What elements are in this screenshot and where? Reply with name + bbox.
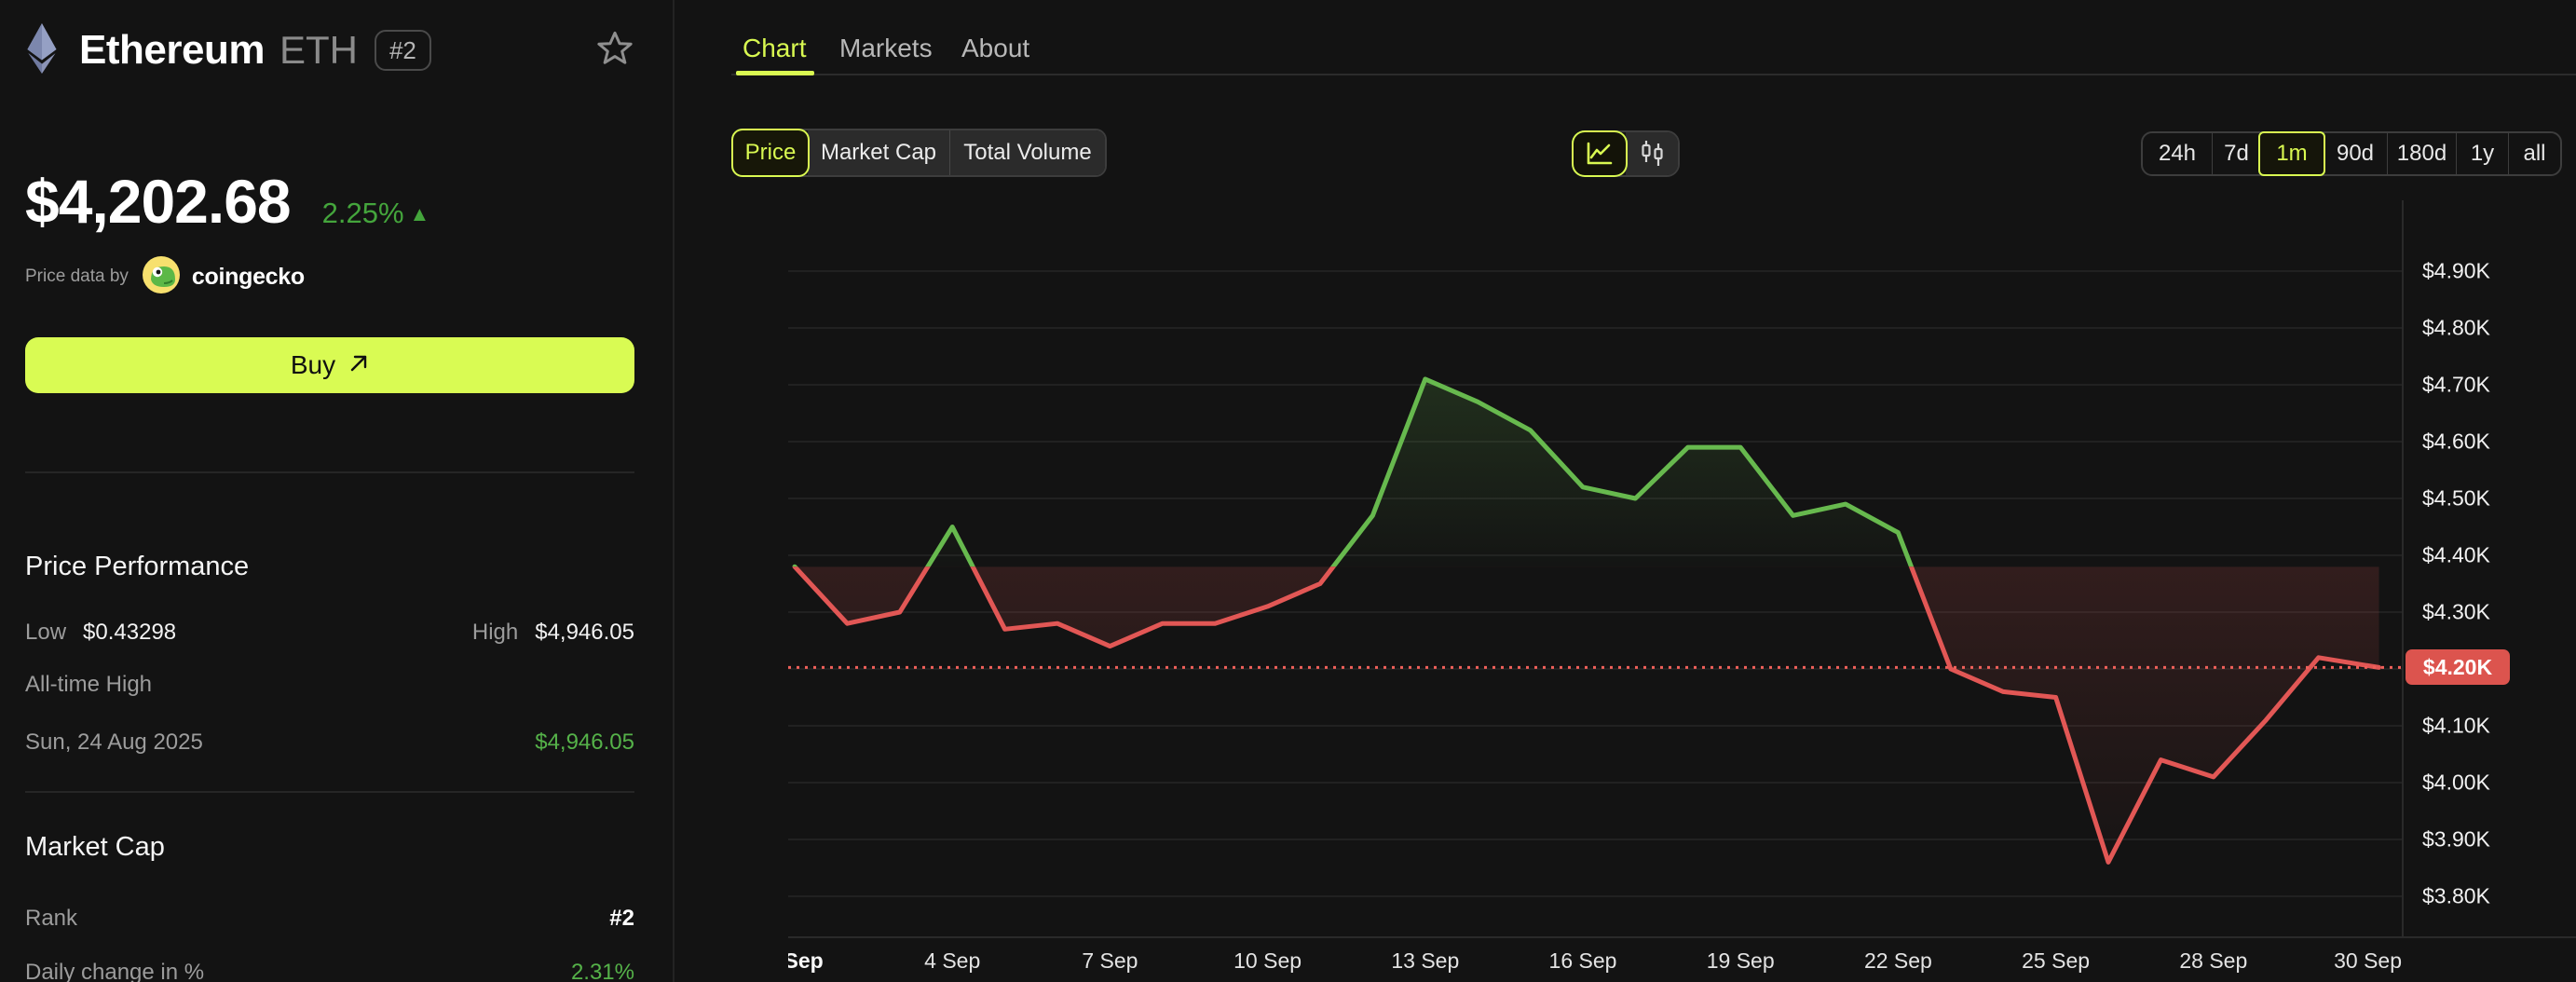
rank-chip: #2	[375, 30, 431, 71]
ethereum-logo-icon	[25, 22, 59, 79]
y-tick-$4.70K: $4.70K	[2422, 373, 2490, 398]
favorite-star-icon[interactable]	[595, 29, 634, 73]
y-tick-$4.60K: $4.60K	[2422, 430, 2490, 455]
coin-name: Ethereum	[79, 27, 265, 74]
tab-about[interactable]: About	[961, 34, 1029, 63]
coingecko-brand[interactable]: coingecko	[192, 264, 305, 291]
range-button-7d[interactable]: 7d	[2212, 133, 2260, 174]
tabs-divider	[731, 74, 2576, 75]
y-tick-$4.40K: $4.40K	[2422, 543, 2490, 568]
current-price: $4,202.68	[25, 166, 291, 237]
x-tick-7-Sep: 7 Sep	[1082, 948, 1138, 974]
attribution-label: Price data by	[25, 266, 129, 287]
ath-date: Sun, 24 Aug 2025	[25, 730, 203, 756]
coingecko-icon	[142, 255, 181, 299]
ethereum-price-page: Ethereum ETH #2 $4,202.68 2.25%▲ Price d…	[0, 0, 2576, 982]
metric-toggle-price[interactable]: Price	[733, 130, 808, 175]
arrow-up-right-icon	[348, 350, 369, 380]
ath-label: All-time High	[25, 672, 634, 698]
price-performance-heading: Price Performance	[25, 552, 634, 582]
y-tick-$4.80K: $4.80K	[2422, 316, 2490, 341]
divider	[25, 791, 634, 793]
metric-toggle-total-volume[interactable]: Total Volume	[949, 130, 1105, 175]
current-price-badge: $4.20K	[2406, 649, 2510, 685]
tab-chart[interactable]: Chart	[743, 34, 806, 63]
active-tab-underline	[736, 71, 814, 75]
coin-header: Ethereum ETH #2	[25, 24, 634, 76]
x-tick-30-Sep: 30 Sep	[2334, 948, 2402, 974]
y-tick-$4.50K: $4.50K	[2422, 486, 2490, 511]
rank-row: Rank #2	[25, 906, 634, 932]
divider	[25, 471, 634, 473]
daily-change-label: Daily change in %	[25, 960, 204, 982]
price-chart[interactable]	[788, 200, 2402, 936]
x-axis-labels: 1 Sep 4 Sep 7 Sep 10 Sep 13 Sep 16 Sep 19 Sep 2…	[788, 948, 2402, 976]
y-axis-line	[2402, 200, 2404, 938]
ath-row: Sun, 24 Aug 2025 $4,946.05	[25, 730, 634, 756]
line-chart-icon[interactable]	[1574, 132, 1626, 175]
low-value: $0.43298	[83, 620, 176, 646]
daily-change-value: 2.31%	[571, 960, 634, 982]
buy-button[interactable]: Buy	[25, 337, 634, 393]
x-tick-16-Sep: 16 Sep	[1549, 948, 1617, 974]
x-tick-28-Sep: 28 Sep	[2179, 948, 2247, 974]
chart-style-toggle	[1572, 130, 1680, 177]
x-tick-25-Sep: 25 Sep	[2022, 948, 2090, 974]
low-label: Low	[25, 620, 66, 646]
high-label: High	[472, 620, 518, 646]
range-button-24h[interactable]: 24h	[2143, 133, 2212, 174]
rank-value: #2	[609, 906, 634, 932]
range-button-90d[interactable]: 90d	[2324, 133, 2387, 174]
x-tick-10-Sep: 10 Sep	[1233, 948, 1302, 974]
main-panel: Chart Markets About PriceMarket CapTotal…	[674, 0, 2576, 982]
low-high-row: Low $0.43298 High $4,946.05	[25, 620, 634, 646]
metric-toggle-market-cap[interactable]: Market Cap	[808, 130, 949, 175]
data-attribution: Price data by coingecko	[25, 257, 634, 296]
rank-label: Rank	[25, 906, 77, 932]
sidebar: Ethereum ETH #2 $4,202.68 2.25%▲ Price d…	[0, 0, 674, 982]
daily-change-row: Daily change in % 2.31%	[25, 960, 634, 982]
x-axis-line	[788, 936, 2576, 938]
x-tick-22-Sep: 22 Sep	[1864, 948, 1932, 974]
y-tick-$4.00K: $4.00K	[2422, 771, 2490, 796]
y-tick-$4.10K: $4.10K	[2422, 714, 2490, 739]
price-row: $4,202.68 2.25%▲	[25, 166, 634, 237]
tab-markets[interactable]: Markets	[839, 34, 933, 63]
y-tick-$4.30K: $4.30K	[2422, 600, 2490, 625]
metric-toggle-group: PriceMarket CapTotal Volume	[731, 129, 1107, 177]
x-tick-1-Sep: 1 Sep	[788, 948, 824, 974]
price-change: 2.25%▲	[322, 197, 430, 230]
high-value: $4,946.05	[535, 620, 634, 646]
y-tick-$4.90K: $4.90K	[2422, 259, 2490, 284]
x-tick-4-Sep: 4 Sep	[924, 948, 980, 974]
x-tick-19-Sep: 19 Sep	[1707, 948, 1775, 974]
ath-value: $4,946.05	[535, 730, 634, 756]
y-axis-labels: $4.90K $4.80K $4.70K $4.60K $4.50K $4.40K $4.3…	[2422, 0, 2571, 982]
candlestick-icon[interactable]	[1626, 132, 1678, 175]
market-cap-heading: Market Cap	[25, 832, 634, 863]
coin-symbol: ETH	[279, 28, 358, 73]
triangle-up-icon: ▲	[410, 202, 430, 225]
range-button-1m[interactable]: 1m	[2260, 133, 2324, 174]
x-tick-13-Sep: 13 Sep	[1391, 948, 1459, 974]
chart-pane[interactable]: 1 Sep 4 Sep 7 Sep 10 Sep 13 Sep 16 Sep 19 Sep 2…	[788, 200, 2402, 982]
y-tick-$3.80K: $3.80K	[2422, 884, 2490, 909]
y-tick-$3.90K: $3.90K	[2422, 827, 2490, 852]
